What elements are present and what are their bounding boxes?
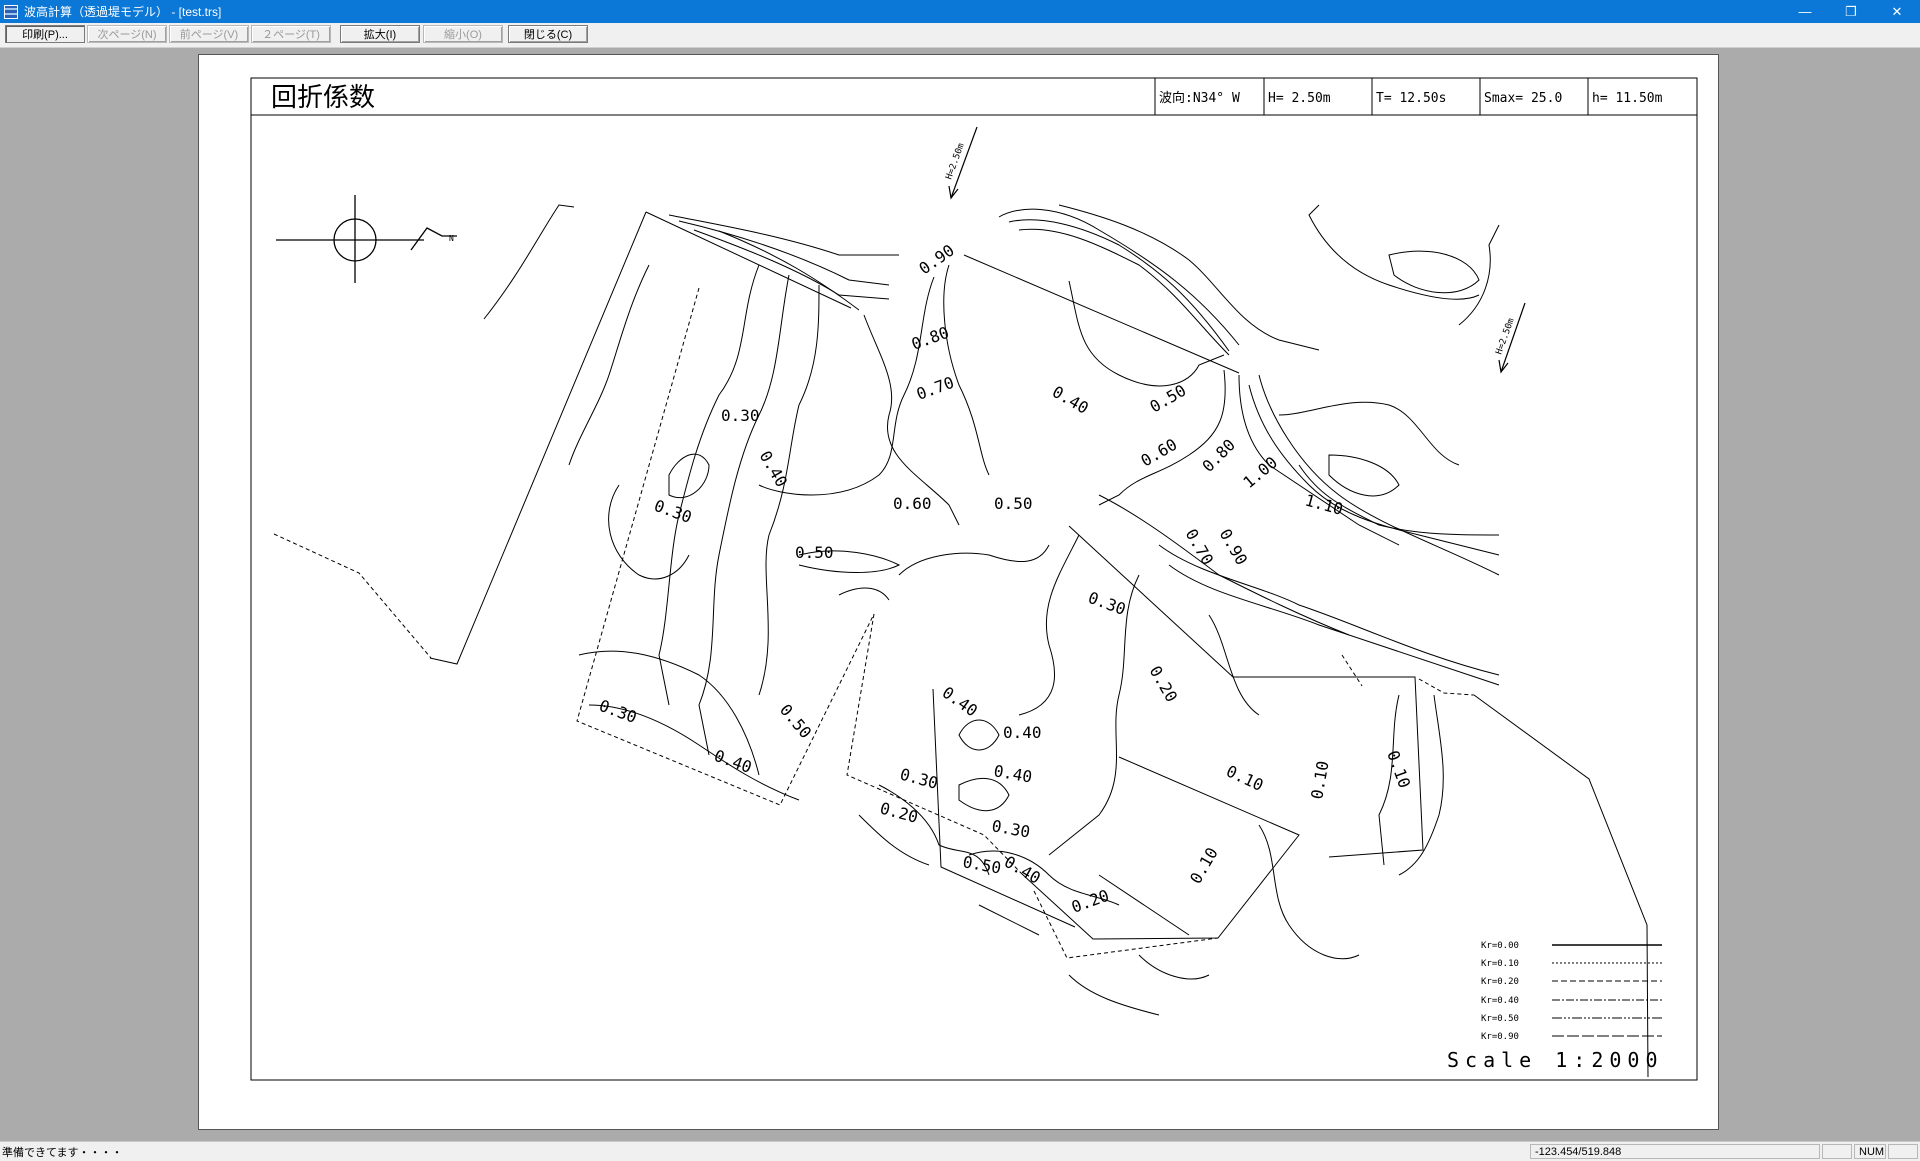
contour-label: 0.50 (961, 852, 1002, 877)
contour-label: 0.10 (1307, 759, 1332, 800)
toolbar: 印刷(P)... 次ページ(N) 前ページ(V) ２ページ(T) 拡大(I) 縮… (0, 23, 1920, 48)
contour-label: 0.80 (1198, 435, 1239, 476)
coordinate-readout: -123.454/519.848 (1530, 1144, 1820, 1159)
contour-lines (483, 204, 1500, 1016)
param-smax: Smax= 25.0 (1484, 91, 1562, 106)
window-title: 波高計算（透過堤モデル） - [test.trs] (24, 5, 222, 19)
contour-label: 0.20 (1146, 663, 1182, 706)
minimize-button[interactable]: — (1782, 0, 1828, 23)
param-period: T= 12.50s (1376, 91, 1446, 106)
contour-label: 0.30 (898, 765, 940, 793)
legend-label: Kr=0.10 (1481, 959, 1519, 969)
breakwater-outlines (273, 211, 1649, 1078)
contour-label: 0.40 (712, 746, 755, 777)
contour-label: 0.40 (1003, 723, 1042, 742)
status-message: 準備できてます・・・・ (2, 1147, 123, 1159)
contour-label: 0.40 (1049, 382, 1092, 418)
contour-label: 0.90 (915, 241, 957, 279)
status-cell-empty (1822, 1144, 1852, 1159)
contour-label: 0.90 (1216, 526, 1252, 569)
legend-label: Kr=0.40 (1481, 996, 1519, 1006)
contour-label: 0.10 (1383, 748, 1414, 791)
status-bar: 準備できてます・・・・ -123.454/519.848 NUM (0, 1141, 1920, 1161)
legend-label: Kr=0.50 (1481, 1014, 1519, 1024)
contour-label: 0.30 (990, 816, 1031, 841)
contour-label: 0.50 (776, 700, 815, 742)
print-button[interactable]: 印刷(P)... (5, 25, 85, 43)
contour-label: 0.60 (1138, 435, 1181, 471)
contour-labels: 0.90 0.80 0.70 0.40 0.50 0.30 0.40 0.30 … (597, 241, 1415, 917)
next-page-button[interactable]: 次ページ(N) (87, 25, 167, 43)
status-cell-empty-2 (1888, 1144, 1918, 1159)
scale-label: Scale 1:2000 (1447, 1048, 1664, 1072)
contour-label: 0.40 (939, 683, 981, 721)
legend-label: Kr=0.20 (1481, 977, 1519, 987)
contour-label: 0.30 (597, 696, 640, 727)
legend-label: Kr=0.00 (1481, 941, 1519, 951)
param-height: H= 2.50m (1268, 91, 1331, 106)
param-depth: h= 11.50m (1592, 91, 1663, 106)
contour-label: 0.30 (721, 406, 760, 425)
contour-label: 0.20 (878, 799, 920, 827)
contour-label: 0.10 (1223, 761, 1266, 795)
zoom-in-button[interactable]: 拡大(I) (340, 25, 420, 43)
wave-label-1: H=2.50m (944, 142, 966, 181)
contour-label: 0.80 (909, 323, 952, 354)
north-arrow-icon (276, 195, 457, 283)
contour-label: 1.00 (1239, 453, 1281, 492)
close-button[interactable]: ✕ (1874, 0, 1920, 23)
north-letter: N (449, 234, 454, 243)
line-legend: Kr=0.00 Kr=0.10 Kr=0.20 Kr=0.40 Kr=0.50 … (1481, 941, 1662, 1042)
contour-label: 0.60 (893, 494, 932, 513)
contour-label: 0.70 (914, 373, 957, 404)
contour-label: 0.50 (795, 543, 834, 562)
sheet-title: 回折係数 (271, 83, 375, 113)
contour-label: 0.30 (652, 496, 695, 527)
contour-label: 0.40 (756, 448, 792, 491)
diffraction-coefficient-drawing: 回折係数 波向:N34° W H= 2.50m T= 12.50s Smax= … (250, 77, 1698, 1081)
prev-page-button[interactable]: 前ページ(V) (169, 25, 249, 43)
zoom-out-button[interactable]: 縮小(O) (423, 25, 503, 43)
num-lock-indicator: NUM (1854, 1144, 1886, 1159)
print-preview-page: 回折係数 波向:N34° W H= 2.50m T= 12.50s Smax= … (198, 54, 1719, 1130)
two-page-button[interactable]: ２ページ(T) (251, 25, 331, 43)
contour-label: 0.30 (1086, 588, 1129, 619)
title-bar: 波高計算（透過堤モデル） - [test.trs] — ❐ ✕ (0, 0, 1920, 23)
app-icon (4, 4, 18, 19)
wave-arrow-icon (948, 126, 1526, 374)
param-direction: 波向:N34° W (1159, 90, 1240, 106)
legend-label: Kr=0.90 (1481, 1032, 1519, 1042)
restore-button[interactable]: ❐ (1828, 0, 1874, 23)
contour-label: 0.10 (1186, 844, 1222, 887)
close-preview-button[interactable]: 閉じる(C) (508, 25, 588, 43)
contour-label: 0.50 (994, 494, 1033, 513)
